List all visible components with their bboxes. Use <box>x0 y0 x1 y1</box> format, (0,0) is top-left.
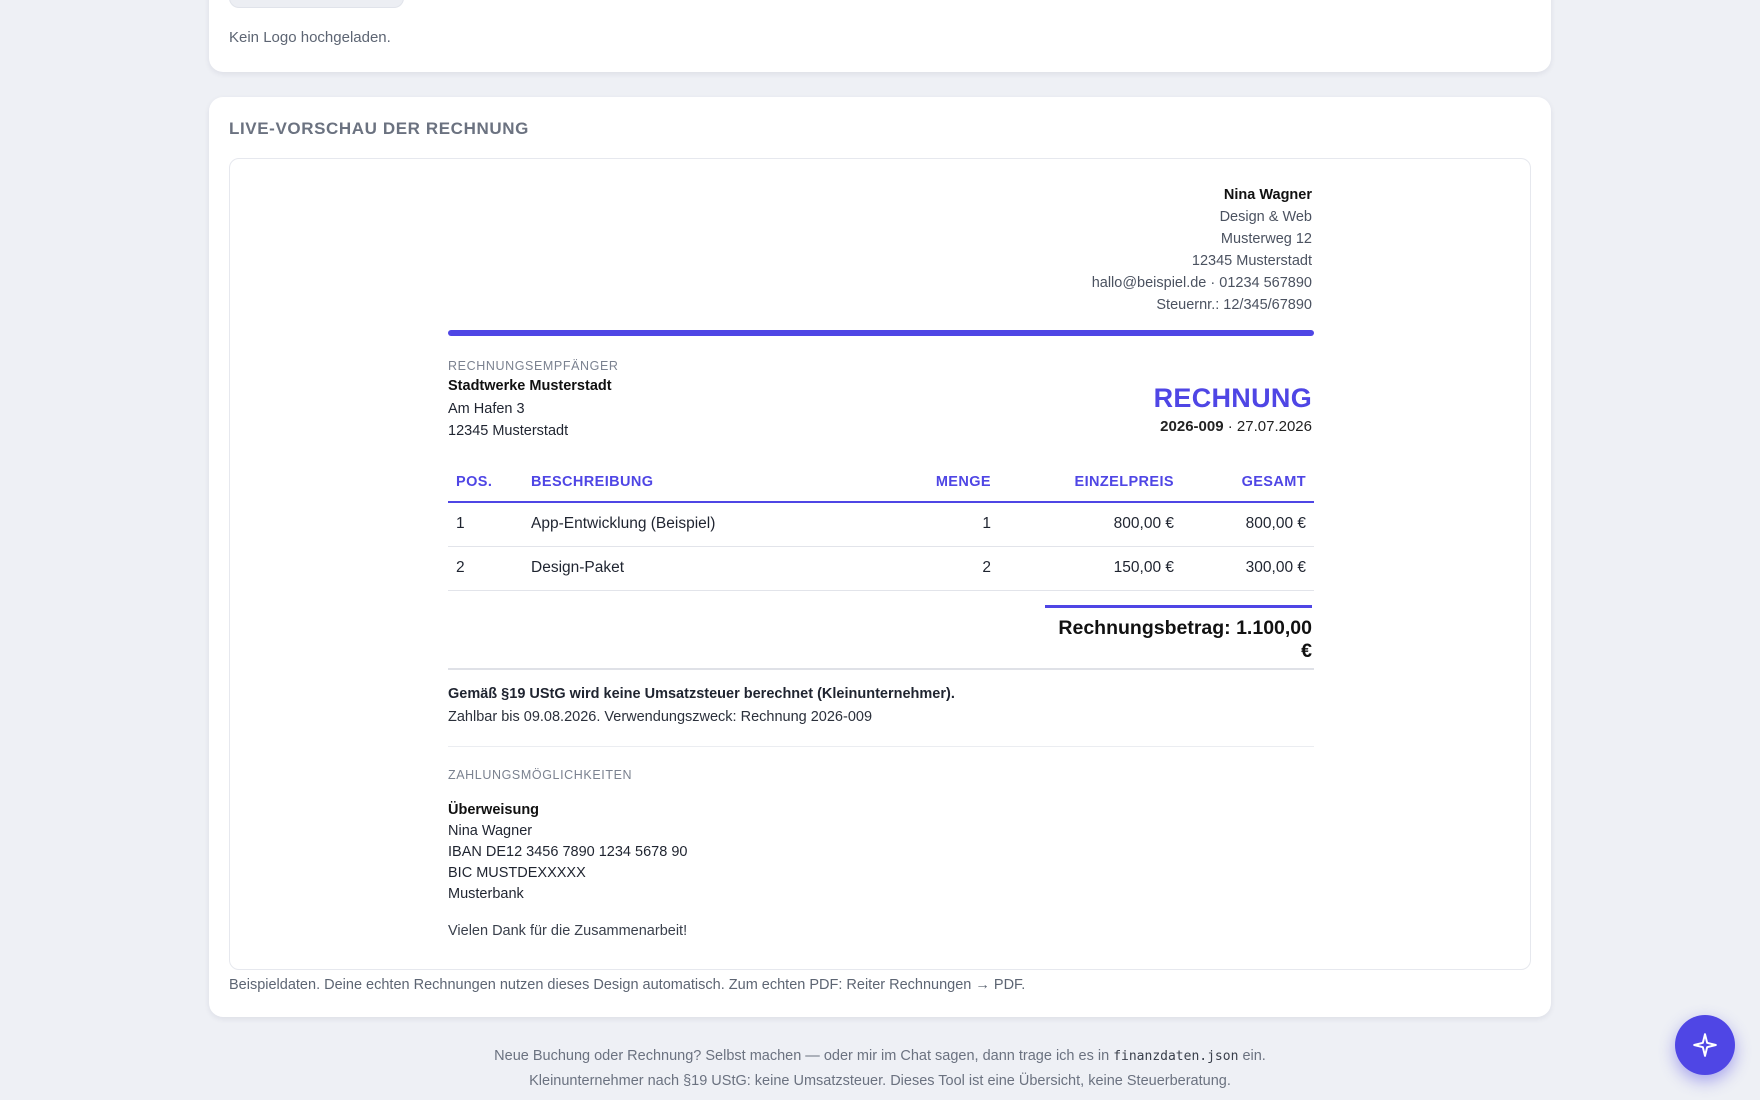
header-description: BESCHREIBUNG <box>523 462 869 503</box>
table-header-row: POS. BESCHREIBUNG MENGE EINZELPREIS GESA… <box>448 462 1314 503</box>
sender-city: 12345 Musterstadt <box>1191 253 1312 269</box>
sender-street: Musterweg 12 <box>1220 231 1312 247</box>
cell-unit-price: 150,00 € <box>999 546 1182 591</box>
assistant-chat-button[interactable] <box>1675 1015 1735 1075</box>
cell-quantity: 1 <box>869 502 999 547</box>
iban: IBAN DE12 3456 7890 1234 5678 90 <box>448 844 688 860</box>
recipient-name: Stadtwerke Musterstadt <box>448 378 612 394</box>
accent-bar <box>448 330 1314 336</box>
logo-settings-card: Kein Logo hochgeladen. <box>209 0 1551 72</box>
upload-logo-button[interactable] <box>229 0 404 8</box>
document-title-block: RECHNUNG 2026-009 · 27.07.2026 <box>1154 381 1312 435</box>
cell-total: 300,00 € <box>1182 546 1314 591</box>
line-items-table: POS. BESCHREIBUNG MENGE EINZELPREIS GESA… <box>448 462 1314 591</box>
preview-footnote: Beispieldaten. Deine echten Rechnungen n… <box>229 977 1026 993</box>
account-holder: Nina Wagner <box>448 823 533 839</box>
sender-tagline: Design & Web <box>1219 209 1312 225</box>
recipient-city: 12345 Musterstadt <box>448 423 569 439</box>
invoice-sheet: Nina Wagner Design & Web Musterweg 12 12… <box>229 158 1531 970</box>
cell-description: Design-Paket <box>523 546 869 591</box>
divider <box>448 668 1314 670</box>
sender-tax-id: Steuernr.: 12/345/67890 <box>1156 297 1312 313</box>
header-total: GESAMT <box>1182 462 1314 503</box>
cell-quantity: 2 <box>869 546 999 591</box>
table-row: 1 App-Entwicklung (Beispiel) 1 800,00 € … <box>448 502 1314 547</box>
invoice-preview-card: LIVE-VORSCHAU DER RECHNUNG Nina Wagner D… <box>209 97 1551 1017</box>
bic: BIC MUSTDEXXXXX <box>448 865 586 881</box>
invoice-date: 27.07.2026 <box>1236 418 1312 435</box>
page-footer: Neue Buchung oder Rechnung? Selbst mache… <box>0 1044 1760 1093</box>
logo-status-text: Kein Logo hochgeladen. <box>229 29 391 46</box>
footer-text-before: Neue Buchung oder Rechnung? Selbst mache… <box>494 1048 1114 1064</box>
payment-options-block: ZAHLUNGSMÖGLICHKEITEN Überweisung Nina W… <box>448 765 687 942</box>
invoice-total: Rechnungsbetrag: 1.100,00 € <box>1045 605 1312 663</box>
document-title: RECHNUNG <box>1153 383 1312 413</box>
payment-caption: ZAHLUNGSMÖGLICHKEITEN <box>448 768 633 782</box>
thanks-note: Vielen Dank für die Zusammenarbeit! <box>448 923 688 939</box>
preview-heading: LIVE-VORSCHAU DER RECHNUNG <box>229 119 529 138</box>
cell-unit-price: 800,00 € <box>999 502 1182 547</box>
bank-name: Musterbank <box>448 886 524 902</box>
invoice-number: 2026-009 <box>1160 418 1224 435</box>
footer-text-after: ein. <box>1238 1048 1266 1064</box>
meta-separator: · <box>1223 418 1237 435</box>
document-meta: 2026-009 · 27.07.2026 <box>1154 418 1312 435</box>
sender-name: Nina Wagner <box>1223 187 1312 203</box>
footer-filename: finanzdaten.json <box>1113 1049 1239 1064</box>
cell-pos: 2 <box>448 546 523 591</box>
header-pos: POS. <box>448 462 523 503</box>
recipient-block: RECHNUNGSEMPFÄNGER Stadtwerke Musterstad… <box>448 357 619 443</box>
cell-pos: 1 <box>448 502 523 547</box>
payment-method: Überweisung <box>448 802 540 818</box>
recipient-caption: RECHNUNGSEMPFÄNGER <box>448 359 619 373</box>
tax-note-block: Gemäß §19 UStG wird keine Umsatzsteuer b… <box>448 683 955 729</box>
sender-contact: hallo@beispiel.de · 01234 567890 <box>1091 275 1312 291</box>
cell-total: 800,00 € <box>1182 502 1314 547</box>
recipient-street: Am Hafen 3 <box>448 400 525 417</box>
header-unit-price: EINZELPREIS <box>999 462 1182 503</box>
payment-due-note: Zahlbar bis 09.08.2026. Verwendungszweck… <box>448 709 873 725</box>
footer-line-1: Neue Buchung oder Rechnung? Selbst mache… <box>0 1044 1760 1069</box>
sparkle-icon <box>1693 1033 1717 1057</box>
header-quantity: MENGE <box>869 462 999 503</box>
divider <box>448 746 1314 747</box>
tax-exemption-note: Gemäß §19 UStG wird keine Umsatzsteuer b… <box>448 686 955 702</box>
table-row: 2 Design-Paket 2 150,00 € 300,00 € <box>448 546 1314 591</box>
sender-block: Nina Wagner Design & Web Musterweg 12 12… <box>1092 184 1312 316</box>
footer-line-2: Kleinunternehmer nach §19 UStG: keine Um… <box>529 1073 1231 1089</box>
cell-description: App-Entwicklung (Beispiel) <box>523 502 869 547</box>
